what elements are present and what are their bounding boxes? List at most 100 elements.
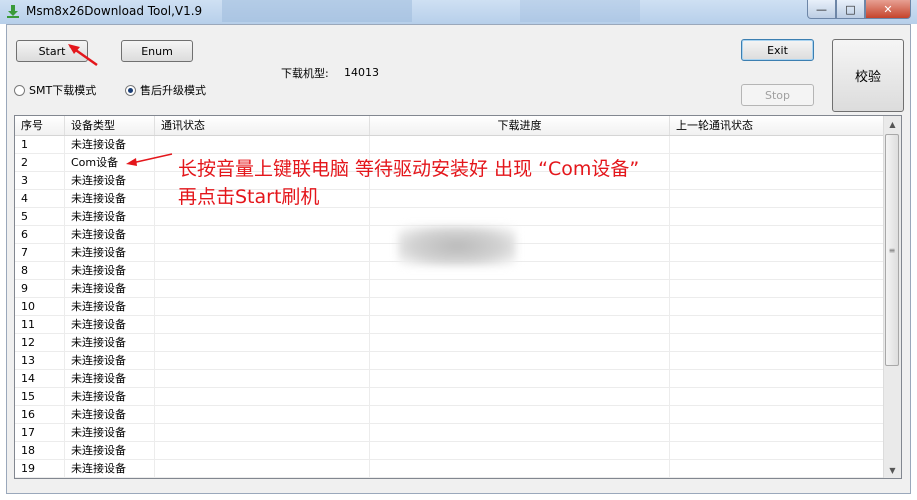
model-label: 下载机型: (281, 67, 329, 80)
cell-last-status (670, 298, 886, 315)
table-row[interactable]: 19 未连接设备 (15, 460, 886, 478)
table-row[interactable]: 1 未连接设备 (15, 136, 886, 154)
column-header-progress[interactable]: 下载进度 (370, 116, 670, 135)
cell-progress (370, 316, 670, 333)
cell-comm-status (155, 370, 370, 387)
table-row[interactable]: 10 未连接设备 (15, 298, 886, 316)
close-button[interactable]: ✕ (865, 0, 911, 19)
cell-comm-status (155, 352, 370, 369)
table-row[interactable]: 20未连接设备 (15, 478, 886, 479)
scroll-thumb[interactable]: ≡ (885, 134, 899, 366)
maximize-button[interactable]: □ (836, 0, 865, 19)
cell-device-type: 未连接设备 (65, 316, 155, 333)
cell-last-status (670, 406, 886, 423)
exit-button[interactable]: Exit (741, 39, 814, 61)
aftersale-mode-radio[interactable]: 售后升级模式 (125, 82, 206, 98)
cell-index: 16 (15, 406, 65, 423)
start-button[interactable]: Start (16, 40, 88, 62)
cell-last-status (670, 442, 886, 459)
table-row[interactable]: 18 未连接设备 (15, 442, 886, 460)
cell-device-type: 未连接设备 (65, 244, 155, 261)
cell-device-type: 未连接设备 (65, 190, 155, 207)
table-row[interactable]: 12 未连接设备 (15, 334, 886, 352)
column-header-comm-status[interactable]: 通讯状态 (155, 116, 370, 135)
cell-index: 6 (15, 226, 65, 243)
cell-last-status (670, 352, 886, 369)
cell-comm-status (155, 136, 370, 153)
smt-mode-radio[interactable]: SMT下载模式 (14, 82, 96, 98)
list-body: 1 未连接设备 2 Com设备 3 未连接设备 4 未连接设备 5 未连接设备 6 未连接设备 7 未连接… (15, 136, 886, 479)
verify-button[interactable]: 校验 (832, 39, 904, 112)
cell-progress (370, 478, 670, 479)
column-header-device-type[interactable]: 设备类型 (65, 116, 155, 135)
table-row[interactable]: 17 未连接设备 (15, 424, 886, 442)
cell-device-type: 未连接设备 (65, 208, 155, 225)
cell-last-status (670, 244, 886, 261)
blurred-region (398, 226, 516, 266)
table-row[interactable]: 16 未连接设备 (15, 406, 886, 424)
cell-last-status (670, 190, 886, 207)
cell-index: 20 (15, 478, 65, 479)
minimize-icon: — (816, 2, 827, 16)
cell-device-type: 未连接设备 (65, 478, 155, 479)
cell-comm-status (155, 388, 370, 405)
scroll-down-icon[interactable]: ▼ (884, 462, 901, 478)
radio-unchecked-icon (14, 84, 25, 96)
table-row[interactable]: 9 未连接设备 (15, 280, 886, 298)
cell-device-type: 未连接设备 (65, 406, 155, 423)
scroll-up-icon[interactable]: ▲ (884, 116, 901, 132)
cell-progress (370, 442, 670, 459)
list-header: 序号 设备类型 通讯状态 下载进度 上一轮通讯状态 (15, 116, 886, 136)
cell-device-type: 未连接设备 (65, 424, 155, 441)
cell-device-type: 未连接设备 (65, 298, 155, 315)
cell-comm-status (155, 406, 370, 423)
table-row[interactable]: 13 未连接设备 (15, 352, 886, 370)
table-row[interactable]: 14 未连接设备 (15, 370, 886, 388)
annotation-line-1: 长按音量上键联电脑 等待驱动安装好 出现 “Com设备” (178, 158, 640, 180)
cell-progress (370, 280, 670, 297)
column-header-last-status[interactable]: 上一轮通讯状态 (670, 116, 886, 135)
cell-index: 13 (15, 352, 65, 369)
table-row[interactable]: 11 未连接设备 (15, 316, 886, 334)
aftersale-mode-label: 售后升级模式 (140, 84, 206, 97)
cell-progress (370, 388, 670, 405)
cell-last-status (670, 154, 886, 171)
column-header-index[interactable]: 序号 (15, 116, 65, 135)
enum-button[interactable]: Enum (121, 40, 193, 62)
close-icon: ✕ (883, 2, 893, 16)
cell-progress (370, 208, 670, 225)
title-bar: Msm8x26Download Tool,V1.9 — □ ✕ (0, 0, 917, 24)
cell-comm-status (155, 478, 370, 479)
cell-index: 8 (15, 262, 65, 279)
vertical-scrollbar[interactable]: ▲ ≡ ▼ (883, 116, 901, 478)
table-row[interactable]: 15 未连接设备 (15, 388, 886, 406)
cell-index: 4 (15, 190, 65, 207)
cell-last-status (670, 424, 886, 441)
annotation-line-2: 再点击Start刷机 (178, 186, 320, 208)
cell-last-status (670, 478, 886, 479)
cell-last-status (670, 262, 886, 279)
minimize-button[interactable]: — (807, 0, 836, 19)
cell-comm-status (155, 244, 370, 261)
table-row[interactable]: 4 未连接设备 (15, 190, 886, 208)
cell-progress (370, 190, 670, 207)
cell-comm-status (155, 442, 370, 459)
cell-last-status (670, 334, 886, 351)
cell-progress (370, 460, 670, 477)
cell-device-type: 未连接设备 (65, 280, 155, 297)
model-value: 14013 (344, 66, 379, 79)
stop-button[interactable]: Stop (741, 84, 814, 106)
cell-last-status (670, 280, 886, 297)
cell-progress (370, 334, 670, 351)
cell-progress (370, 298, 670, 315)
table-row[interactable]: 5 未连接设备 (15, 208, 886, 226)
cell-progress (370, 370, 670, 387)
cell-index: 1 (15, 136, 65, 153)
cell-index: 15 (15, 388, 65, 405)
cell-index: 3 (15, 172, 65, 189)
radio-checked-icon (125, 84, 136, 96)
cell-index: 7 (15, 244, 65, 261)
cell-comm-status (155, 226, 370, 243)
cell-index: 14 (15, 370, 65, 387)
cell-device-type: 未连接设备 (65, 370, 155, 387)
